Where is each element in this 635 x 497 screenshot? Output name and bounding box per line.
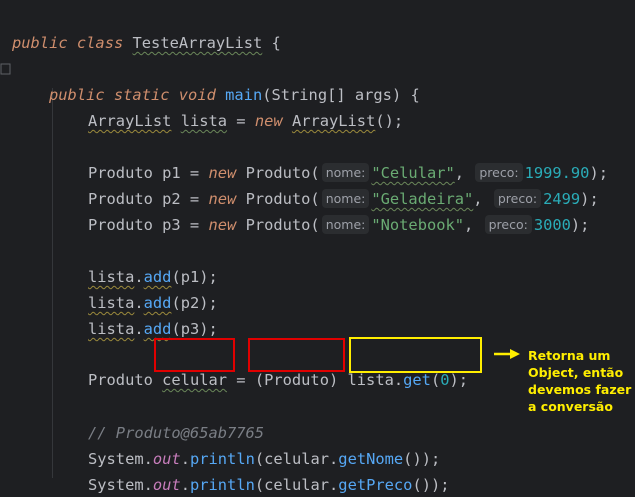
annotation-line: devemos fazer: [528, 382, 632, 397]
ctor-produto: Produto(: [245, 216, 320, 234]
var-lista: lista: [347, 371, 394, 389]
class-name: TesteArrayList: [132, 34, 263, 52]
indent-guide: [52, 88, 53, 478]
assign: =: [227, 112, 255, 130]
keyword-new: new: [208, 216, 237, 234]
close: );: [449, 371, 469, 389]
code-line-add-p3[interactable]: lista.add(p3);: [88, 293, 218, 338]
index-arg: 0: [440, 371, 450, 389]
method-println: println: [189, 476, 255, 494]
keyword-public: public: [12, 34, 68, 52]
comma: ,: [464, 216, 474, 234]
var-lista: lista: [88, 320, 135, 338]
number-arg: 3000: [533, 216, 571, 234]
decl-p3: Produto p3 =: [88, 216, 209, 234]
args: (p3);: [171, 320, 218, 338]
code-line-println-nome[interactable]: System.out.println(celular.getNome());: [88, 423, 440, 468]
code-line-produto-p1[interactable]: Produto p1 = new Produto(nome: "Celular",…: [88, 137, 608, 182]
annotation-line: Object, então: [528, 365, 624, 380]
type-arraylist: ArrayList: [88, 112, 172, 130]
highlight-box-variable: [154, 338, 235, 372]
ctor-arraylist: ArrayList: [291, 112, 376, 130]
code-line-add-p2[interactable]: lista.add(p2);: [88, 267, 218, 312]
class-system: System: [88, 476, 144, 494]
keyword-class: class: [76, 34, 124, 52]
code-line-main-decl[interactable]: public static void main(String[] args) {: [49, 59, 420, 104]
fold-icon[interactable]: [0, 63, 12, 75]
var-celular: celular: [162, 371, 228, 389]
type-produto: Produto: [88, 371, 163, 389]
code-line-produto-p2[interactable]: Produto p2 = new Produto(nome: "Geladeira…: [88, 163, 599, 208]
annotation-line: Retorna um: [528, 348, 611, 363]
close: ());: [412, 476, 450, 494]
arrow-right-icon: [494, 349, 520, 359]
open-paren: (: [430, 371, 441, 389]
code-line-arraylist-decl[interactable]: ArrayList lista = new ArrayList();: [88, 85, 403, 130]
dot: .: [180, 476, 190, 494]
open-paren: (: [254, 476, 265, 494]
code-line-println-preco[interactable]: System.out.println(celular.getPreco());: [88, 449, 450, 494]
assign: =: [227, 371, 255, 389]
method-get: get: [403, 371, 431, 389]
method-add: add: [143, 320, 172, 338]
method-getpreco: getPreco: [338, 476, 413, 494]
dot: .: [329, 476, 339, 494]
dot: .: [143, 476, 153, 494]
string-arg: "Notebook": [371, 216, 465, 234]
code-line-comment[interactable]: // Produto@65ab7765: [88, 397, 264, 442]
cast-produto: (Produto): [254, 371, 339, 389]
code-line-class-decl[interactable]: public class TesteArrayList {: [12, 7, 281, 52]
annotation-line: a conversão: [528, 399, 613, 414]
code-line-produto-p3[interactable]: Produto p3 = new Produto(nome: "Notebook"…: [88, 189, 589, 234]
brace: {: [271, 34, 281, 52]
annotation-note: Retorna um Object, então devemos fazer a…: [528, 347, 635, 415]
dot: .: [393, 371, 404, 389]
ctor-args: ();: [375, 112, 404, 130]
dot: .: [134, 320, 144, 338]
field-out: out: [152, 476, 181, 494]
var-lista: lista: [180, 112, 228, 130]
param-hint-preco: preco:: [484, 215, 532, 234]
highlight-box-get-call: [349, 337, 482, 373]
highlight-box-cast: [248, 338, 345, 372]
var-celular: celular: [264, 476, 330, 494]
param-hint-nome: nome:: [321, 215, 370, 234]
keyword-new: new: [254, 112, 283, 130]
close: );: [570, 216, 590, 234]
code-line-add-p1[interactable]: lista.add(p1);: [88, 241, 218, 286]
